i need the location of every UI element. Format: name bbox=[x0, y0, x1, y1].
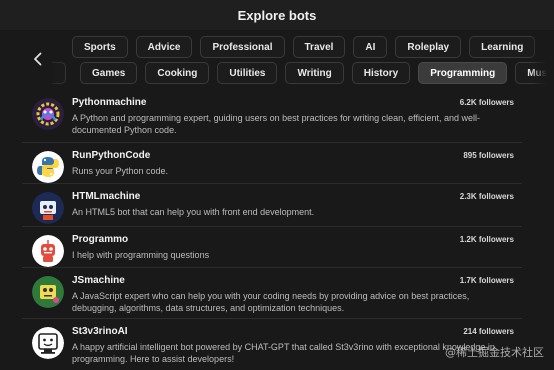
page-title: Explore bots bbox=[237, 7, 317, 23]
chevron-left-icon bbox=[34, 52, 42, 66]
category-chip-ai[interactable]: AI bbox=[353, 36, 388, 58]
bot-description: Runs your Python code. bbox=[72, 166, 169, 176]
bot-name: HTMLmachine bbox=[72, 191, 141, 202]
follower-count: 895 followers bbox=[463, 151, 514, 160]
python-logo-icon bbox=[32, 151, 64, 183]
follower-count: 1.2K followers bbox=[459, 235, 514, 244]
bot-name: Programmo bbox=[72, 234, 129, 245]
bot-row-htmlmachine[interactable]: HTMLmachine 2.3K followers An HTML5 bot … bbox=[22, 183, 522, 226]
computer-face-icon bbox=[32, 327, 64, 359]
robot-icon bbox=[32, 235, 64, 267]
category-chip-writing[interactable]: Writing bbox=[285, 62, 344, 84]
watermark: @稀土掘金技术社区 bbox=[445, 346, 544, 359]
js-robot-icon bbox=[32, 276, 64, 308]
follower-count: 6.2K followers bbox=[459, 98, 514, 107]
category-row-1: Sports Advice Professional Travel AI Rol… bbox=[72, 36, 536, 58]
category-chip-professional[interactable]: Professional bbox=[200, 36, 285, 58]
bot-description: I help with programming questions bbox=[72, 250, 210, 260]
bot-row-jsmachine[interactable]: JSmachine 1.7K followers A JavaScript ex… bbox=[22, 267, 522, 318]
bot-row-programmo[interactable]: Programmo 1.2K followers I help with pro… bbox=[22, 226, 522, 267]
category-chip-learning[interactable]: Learning bbox=[469, 36, 536, 58]
category-chip-games[interactable]: Games bbox=[80, 62, 138, 84]
python-gear-icon bbox=[32, 98, 64, 130]
bot-name: JSmachine bbox=[72, 275, 125, 286]
category-chip-roleplay[interactable]: Roleplay bbox=[395, 36, 462, 58]
category-chip-sports[interactable]: Sports bbox=[72, 36, 128, 58]
category-chip-music[interactable]: Music bbox=[515, 62, 554, 84]
bot-description: A JavaScript expert who can help you wit… bbox=[72, 291, 470, 313]
bot-name: St3v3rinoAI bbox=[72, 326, 128, 337]
bot-name: RunPythonCode bbox=[72, 150, 151, 161]
bot-description: An HTML5 bot that can help you with fron… bbox=[72, 207, 315, 217]
bot-row-st3v3rinoai[interactable]: St3v3rinoAI 214 followers A happy artifi… bbox=[22, 318, 522, 368]
bot-name: Pythonmachine bbox=[72, 97, 147, 108]
bot-row-pythonmachine[interactable]: Pythonmachine 6.2K followers A Python an… bbox=[22, 90, 522, 142]
follower-count: 2.3K followers bbox=[459, 192, 514, 201]
category-chip-programming[interactable]: Programming bbox=[418, 62, 508, 84]
category-chip-advice[interactable]: Advice bbox=[135, 36, 193, 58]
category-bar: Sports Advice Professional Travel AI Rol… bbox=[0, 30, 554, 90]
bot-list: Pythonmachine 6.2K followers A Python an… bbox=[22, 90, 522, 368]
category-chip-partial[interactable] bbox=[52, 62, 66, 84]
category-chip-history[interactable]: History bbox=[351, 62, 411, 84]
follower-count: 214 followers bbox=[463, 327, 514, 336]
follower-count: 1.7K followers bbox=[459, 276, 514, 285]
category-chip-cooking[interactable]: Cooking bbox=[145, 62, 210, 84]
category-row-2: Games Cooking Utilities Writing History … bbox=[52, 62, 554, 84]
category-chip-utilities[interactable]: Utilities bbox=[217, 62, 278, 84]
category-chip-travel[interactable]: Travel bbox=[292, 36, 346, 58]
bot-description: A Python and programming expert, guiding… bbox=[72, 113, 481, 135]
scroll-left-button[interactable] bbox=[30, 51, 46, 67]
bot-row-runpythoncode[interactable]: RunPythonCode 895 followers Runs your Py… bbox=[22, 142, 522, 183]
html-robot-icon bbox=[32, 192, 64, 224]
title-bar: Explore bots bbox=[0, 0, 554, 30]
